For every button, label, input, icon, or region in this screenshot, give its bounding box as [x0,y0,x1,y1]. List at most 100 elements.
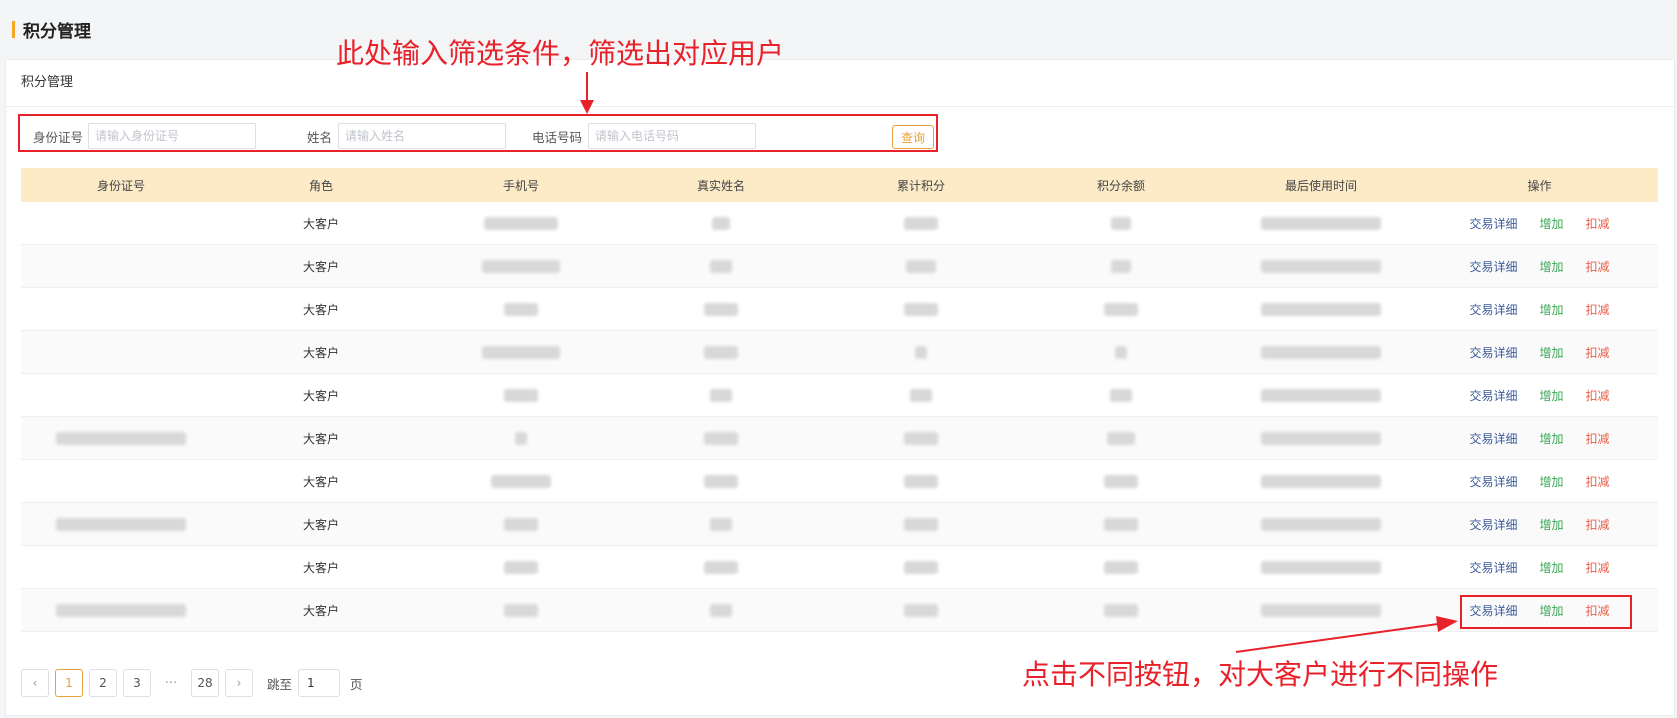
redacted-value [1104,518,1138,531]
role-cell: 大客户 [221,373,421,417]
last-used-cell [1221,373,1421,417]
phone-input[interactable] [588,123,756,149]
column-header-phone[interactable]: 手机号 [421,168,621,202]
balance-cell [1021,502,1221,546]
title-accent-bar [12,20,15,38]
deduct-link[interactable]: 扣减 [1586,473,1610,490]
role-cell: 大客户 [221,202,421,245]
role-cell: 大客户 [221,330,421,374]
total-points-cell [821,459,1021,503]
deduct-link[interactable]: 扣减 [1586,344,1610,361]
pagination: ‹ 1 2 3 ··· 28 › 跳至 页 [21,669,363,697]
add-link[interactable]: 增加 [1539,344,1563,361]
id-cell [21,502,221,546]
column-header-role[interactable]: 角色 [221,168,421,202]
name-cell [621,502,821,546]
redacted-value [904,604,938,617]
add-link[interactable]: 增加 [1539,301,1563,318]
more-pages-icon[interactable]: ··· [157,676,185,691]
filter-name: 姓名 [276,123,506,149]
page-title: 积分管理 [12,18,91,42]
redacted-value [710,260,732,273]
detail-link[interactable]: 交易详细 [1469,473,1517,490]
add-link[interactable]: 增加 [1539,516,1563,533]
total-points-cell [821,244,1021,288]
deduct-link[interactable]: 扣减 [1586,258,1610,275]
balance-cell [1021,416,1221,460]
detail-link[interactable]: 交易详细 [1469,559,1517,576]
redacted-value [712,217,730,230]
deduct-link[interactable]: 扣减 [1586,430,1610,447]
deduct-link[interactable]: 扣减 [1586,602,1610,619]
name-cell [621,244,821,288]
detail-link[interactable]: 交易详细 [1469,344,1517,361]
role-cell: 大客户 [221,588,421,632]
balance-cell [1021,545,1221,589]
column-header-total-points[interactable]: 累计积分 [821,168,1021,202]
detail-link[interactable]: 交易详细 [1469,516,1517,533]
redacted-value [704,475,738,488]
name-input[interactable] [338,123,506,149]
redacted-value [910,389,932,402]
phone-label: 电话号码 [531,129,582,145]
role-cell: 大客户 [221,244,421,288]
column-header-id[interactable]: 身份证号 [21,168,221,202]
add-link[interactable]: 增加 [1539,215,1563,232]
detail-link[interactable]: 交易详细 [1469,387,1517,404]
id-cell [21,244,221,288]
points-card: 积分管理 身份证号 姓名 电话号码 查询 身份证号 角色 手机号 真实姓名 累计 [5,59,1675,716]
table-row: 大客户 交易详细 增加 扣减 [21,588,1658,632]
prev-page-button[interactable]: ‹ [21,669,49,697]
column-header-balance[interactable]: 积分余额 [1021,168,1221,202]
deduct-link[interactable]: 扣减 [1586,559,1610,576]
add-link[interactable]: 增加 [1539,387,1563,404]
deduct-link[interactable]: 扣减 [1586,516,1610,533]
last-used-cell [1221,287,1421,331]
page-2-button[interactable]: 2 [89,669,117,697]
detail-link[interactable]: 交易详细 [1469,430,1517,447]
page-28-button[interactable]: 28 [191,669,219,697]
table-row: 大客户 交易详细 增加 扣减 [21,373,1658,417]
total-points-cell [821,502,1021,546]
page-3-button[interactable]: 3 [123,669,151,697]
deduct-link[interactable]: 扣减 [1586,301,1610,318]
detail-link[interactable]: 交易详细 [1469,215,1517,232]
page-1-button[interactable]: 1 [55,669,83,697]
redacted-value [710,389,732,402]
jump-page-input[interactable] [298,669,341,697]
filter-form: 身份证号 姓名 电话号码 查询 [21,119,941,153]
add-link[interactable]: 增加 [1539,473,1563,490]
column-header-last-used[interactable]: 最后使用时间 [1221,168,1421,202]
redacted-value [504,389,538,402]
next-page-button[interactable]: › [225,669,253,697]
jump-label: 跳至 [267,676,293,692]
column-header-name[interactable]: 真实姓名 [621,168,821,202]
add-link[interactable]: 增加 [1539,430,1563,447]
deduct-link[interactable]: 扣减 [1586,215,1610,232]
redacted-value [1261,217,1381,230]
add-link[interactable]: 增加 [1539,602,1563,619]
id-label: 身份证号 [32,129,83,145]
detail-link[interactable]: 交易详细 [1469,301,1517,318]
redacted-value [56,518,186,531]
id-number-input[interactable] [88,123,256,149]
redacted-value [904,475,938,488]
phone-cell [421,244,621,288]
add-link[interactable]: 增加 [1539,258,1563,275]
card-header: 积分管理 [6,60,1674,107]
detail-link[interactable]: 交易详细 [1469,602,1517,619]
last-used-cell [1221,502,1421,546]
filter-id: 身份证号 [21,123,256,149]
table-row: 大客户 交易详细 增加 扣减 [21,545,1658,589]
role-cell: 大客户 [221,545,421,589]
actions-cell: 交易详细 增加 扣减 [1421,545,1658,589]
add-link[interactable]: 增加 [1539,559,1563,576]
redacted-value [704,346,738,359]
query-button[interactable]: 查询 [892,125,934,149]
detail-link[interactable]: 交易详细 [1469,258,1517,275]
redacted-value [482,260,560,273]
redacted-value [704,432,738,445]
phone-cell [421,202,621,245]
balance-cell [1021,373,1221,417]
deduct-link[interactable]: 扣减 [1586,387,1610,404]
